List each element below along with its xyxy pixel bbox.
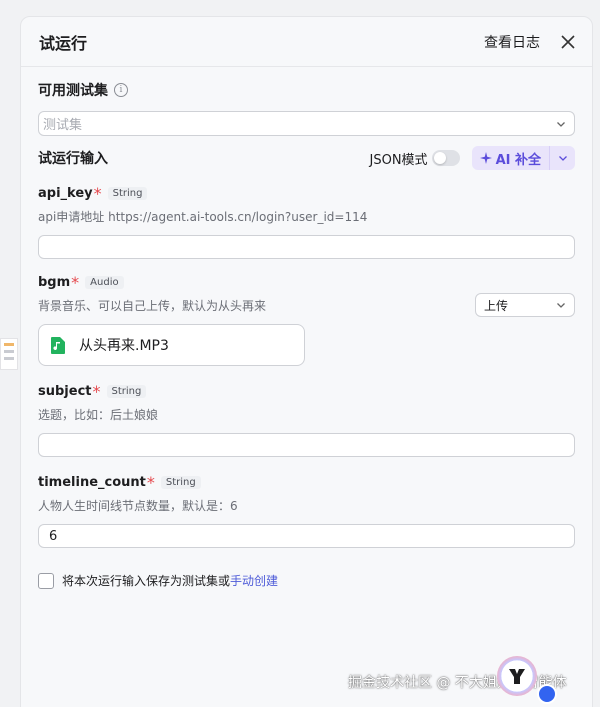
panel-header: 试运行 查看日志 (21, 17, 592, 67)
test-set-select[interactable]: 测试集 (38, 111, 575, 136)
chevron-down-icon (557, 121, 565, 127)
type-tag: String (160, 475, 201, 489)
json-mode-label: JSON模式 (369, 152, 428, 168)
required-mark: * (93, 183, 102, 203)
field-header: bgm * Audio (38, 272, 575, 292)
json-mode-toggle[interactable] (431, 150, 460, 166)
bgm-file-name: 从头再来.MP3 (79, 338, 169, 354)
field-header: timeline_count * String (38, 472, 575, 492)
chevron-down-icon (558, 156, 567, 161)
timeline-count-input[interactable]: 6 (38, 524, 575, 548)
ai-fill-label: AI 补全 (495, 152, 541, 168)
field-bgm: bgm * Audio 背景音乐、可以自己上传，默认为从头再来 上传 从头再来.… (38, 273, 575, 366)
ai-fill-button-group: AI 补全 (471, 146, 575, 170)
field-subject: subject * String 选题，比如：后土娘娘 (38, 382, 575, 457)
test-set-label: 可用测试集 i (38, 79, 575, 101)
view-log-button[interactable]: 查看日志 (484, 32, 540, 52)
field-timeline-count: timeline_count * String 人物人生时间线节点数量，默认是：… (38, 473, 575, 548)
field-api-key: api_key * String api申请地址 https://agent.a… (38, 184, 575, 259)
ai-fill-dropdown[interactable] (549, 146, 575, 170)
close-icon[interactable] (560, 34, 576, 50)
type-tag: String (107, 186, 148, 200)
bgm-file-card[interactable]: 从头再来.MP3 (38, 324, 305, 366)
sparkle-icon (479, 152, 492, 164)
field-name: timeline_count (38, 474, 146, 490)
subject-input[interactable] (38, 433, 575, 457)
bgm-mode-select[interactable]: 上传 (475, 293, 575, 317)
manual-create-link[interactable]: 手动创建 (230, 574, 278, 588)
required-mark: * (92, 381, 101, 401)
background-app-thumbnail (0, 338, 18, 370)
ai-fill-button[interactable]: AI 补全 (472, 146, 549, 170)
run-input-header: 试运行输入 JSON模式 AI 补全 (38, 146, 575, 170)
field-description: 选题，比如：后土娘娘 (38, 408, 159, 422)
run-input-label: 试运行输入 (38, 151, 108, 167)
field-name: subject (38, 383, 92, 399)
field-name: bgm (38, 274, 71, 290)
assistant-avatar[interactable] (497, 656, 537, 696)
save-test-set-checkbox[interactable] (38, 572, 54, 589)
bgm-desc-row: 背景音乐、可以自己上传，默认为从头再来 上传 (38, 293, 575, 317)
chevron-down-icon (557, 303, 565, 308)
bgm-mode-value: 上传 (484, 298, 509, 313)
required-mark: * (71, 272, 80, 292)
test-run-panel: 试运行 查看日志 可用测试集 i 测试集 试运行输入 JSON模式 AI 补全 (20, 16, 593, 707)
type-tag: Audio (85, 275, 124, 289)
field-description: 人物人生时间线节点数量，默认是：6 (38, 499, 238, 513)
type-tag: String (106, 384, 147, 398)
test-set-placeholder: 测试集 (43, 118, 83, 133)
field-name: api_key (38, 185, 93, 201)
field-description: 背景音乐、可以自己上传，默认为从头再来 (38, 298, 267, 313)
audio-file-icon (51, 336, 65, 354)
robot-icon (509, 669, 525, 684)
info-icon[interactable]: i (114, 83, 128, 97)
save-test-set-row: 将本次运行输入保存为测试集或手动创建 (38, 572, 575, 589)
required-mark: * (146, 472, 155, 492)
chat-bubble-icon[interactable] (537, 684, 557, 704)
save-test-set-label: 将本次运行输入保存为测试集或手动创建 (62, 574, 279, 588)
field-description: api申请地址 https://agent.ai-tools.cn/login?… (38, 210, 368, 224)
panel-title: 试运行 (39, 33, 88, 53)
field-header: api_key * String (38, 183, 575, 203)
api-key-input[interactable] (38, 235, 575, 259)
field-header: subject * String (38, 381, 575, 401)
